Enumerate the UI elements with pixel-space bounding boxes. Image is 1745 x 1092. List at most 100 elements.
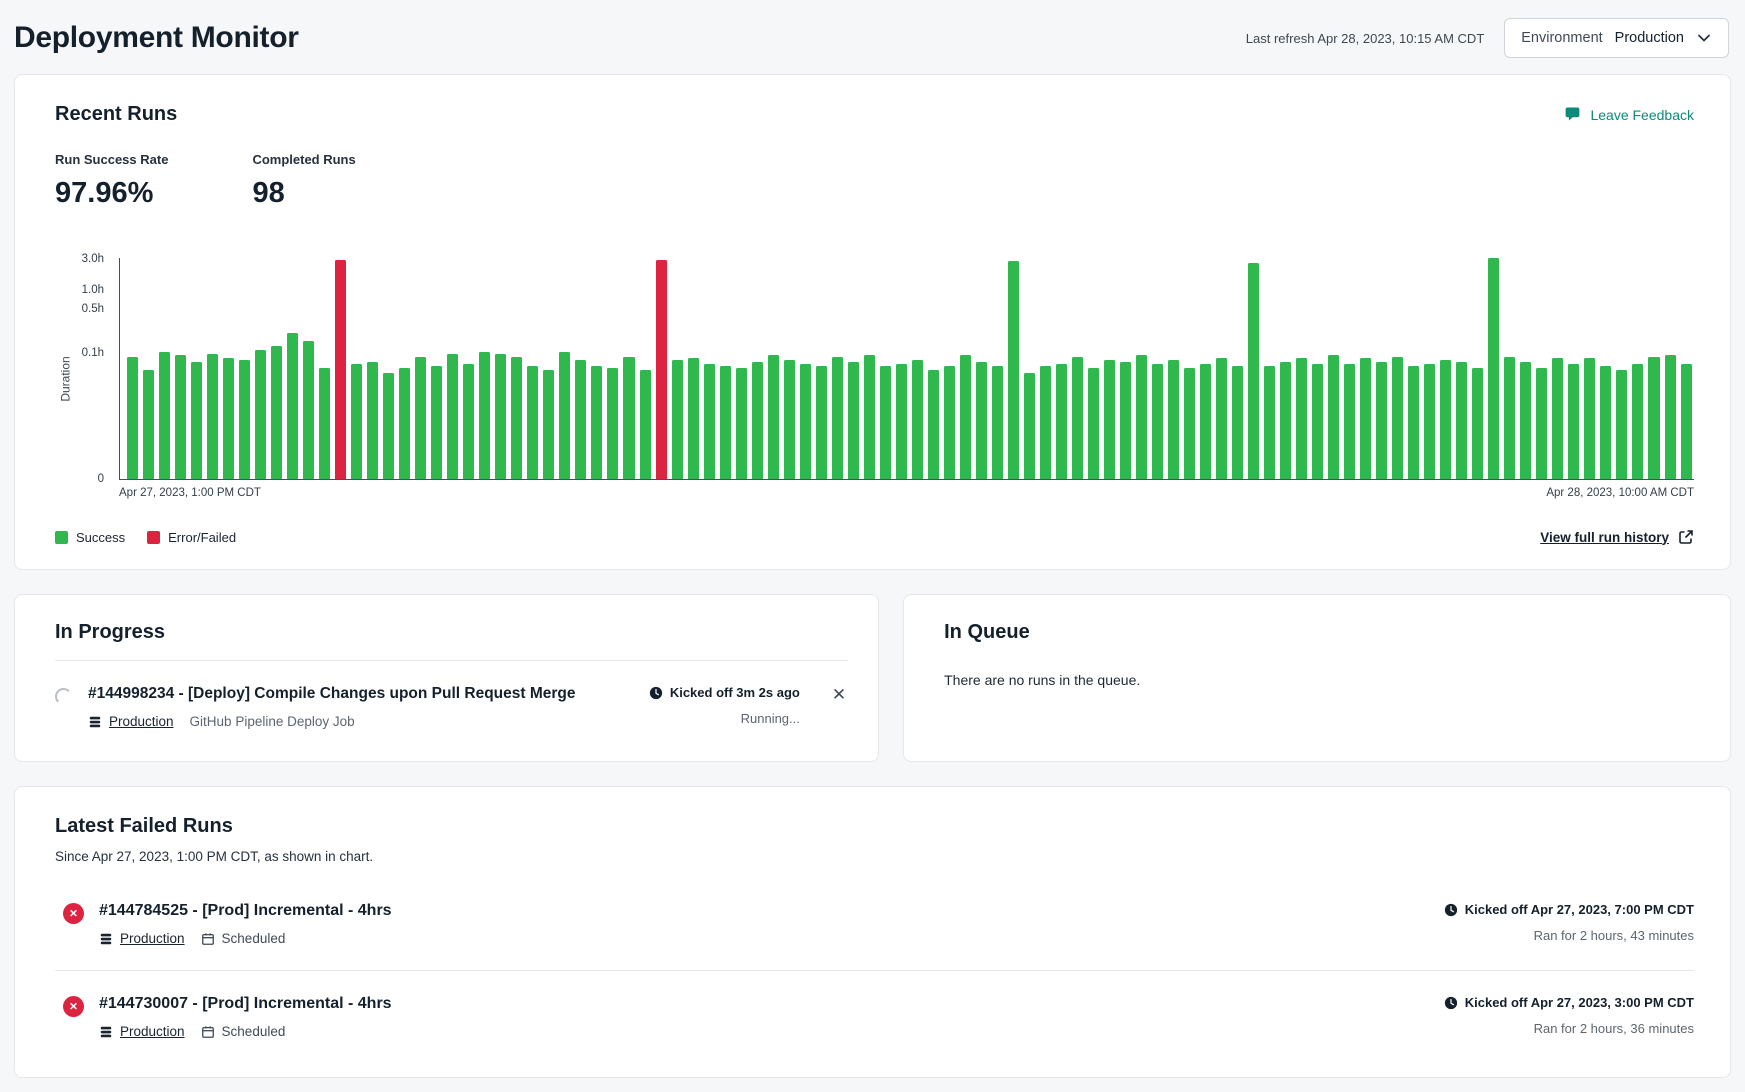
run-bar-success[interactable] (928, 370, 939, 479)
run-bar-success[interactable] (367, 362, 378, 479)
run-bar-success[interactable] (1264, 366, 1275, 479)
run-bar-success[interactable] (1504, 357, 1515, 479)
run-bar-success[interactable] (672, 360, 683, 479)
run-bar-success[interactable] (559, 352, 570, 479)
run-bar-success[interactable] (1616, 370, 1627, 479)
run-bar-success[interactable] (752, 362, 763, 479)
run-bar-success[interactable] (239, 360, 250, 479)
run-bar-success[interactable] (1184, 368, 1195, 479)
run-bar-success[interactable] (784, 360, 795, 479)
run-bar-success[interactable] (1584, 358, 1595, 479)
run-bar-success[interactable] (1168, 360, 1179, 479)
environment-link[interactable]: Production (88, 714, 174, 729)
run-bar-success[interactable] (640, 370, 651, 479)
run-bar-success[interactable] (1088, 368, 1099, 479)
run-bar-success[interactable] (1440, 360, 1451, 479)
run-bar-success[interactable] (1040, 366, 1051, 479)
view-full-run-history-link[interactable]: View full run history (1540, 529, 1694, 545)
run-bar-success[interactable] (271, 346, 282, 479)
run-bar-success[interactable] (1120, 362, 1131, 479)
run-bar-success[interactable] (143, 370, 154, 479)
run-bar-success[interactable] (575, 360, 586, 479)
run-bar-success[interactable] (511, 357, 522, 479)
run-bar-success[interactable] (1216, 358, 1227, 479)
run-bar-success[interactable] (736, 368, 747, 479)
run-bar-success[interactable] (1248, 263, 1259, 479)
run-bar-success[interactable] (447, 354, 458, 479)
run-bar-success[interactable] (1488, 258, 1499, 479)
run-bar-success[interactable] (223, 358, 234, 479)
close-icon[interactable]: ✕ (830, 686, 848, 703)
run-bar-success[interactable] (1024, 373, 1035, 479)
run-bar-success[interactable] (1008, 261, 1019, 479)
run-bar-success[interactable] (1568, 364, 1579, 479)
run-bar-success[interactable] (1104, 360, 1115, 479)
run-bar-success[interactable] (1328, 355, 1339, 479)
run-bar-success[interactable] (1536, 368, 1547, 479)
run-bar-success[interactable] (1376, 362, 1387, 479)
run-bar-success[interactable] (1200, 364, 1211, 479)
run-bar-success[interactable] (1456, 362, 1467, 479)
run-bar-success[interactable] (543, 370, 554, 479)
run-bar-success[interactable] (688, 358, 699, 479)
run-bar-success[interactable] (255, 350, 266, 479)
environment-link[interactable]: Production (99, 931, 185, 946)
run-bar-success[interactable] (848, 362, 859, 479)
run-bar-success[interactable] (800, 364, 811, 479)
run-bar-success[interactable] (1552, 358, 1563, 479)
run-bar-success[interactable] (1648, 357, 1659, 479)
run-bar-success[interactable] (591, 366, 602, 479)
run-bar-success[interactable] (768, 355, 779, 479)
run-bar-success[interactable] (527, 366, 538, 479)
environment-link[interactable]: Production (99, 1024, 185, 1039)
run-bar-success[interactable] (175, 355, 186, 479)
run-bar-success[interactable] (816, 366, 827, 479)
run-bar-success[interactable] (463, 364, 474, 479)
run-bar-success[interactable] (607, 368, 618, 479)
run-bar-success[interactable] (1232, 366, 1243, 479)
run-bar-success[interactable] (495, 354, 506, 479)
run-bar-success[interactable] (319, 368, 330, 479)
environment-dropdown[interactable]: Environment Production (1504, 18, 1729, 58)
run-bar-success[interactable] (1665, 355, 1676, 479)
run-bar-success[interactable] (207, 354, 218, 479)
run-bar-success[interactable] (1056, 364, 1067, 479)
run-bar-success[interactable] (1632, 364, 1643, 479)
run-bar-success[interactable] (1280, 362, 1291, 479)
run-bar-success[interactable] (1600, 366, 1611, 479)
run-bar-success[interactable] (1424, 364, 1435, 479)
run-bar-success[interactable] (720, 366, 731, 479)
run-bar-success[interactable] (1296, 358, 1307, 479)
run-bar-success[interactable] (896, 364, 907, 479)
run-bar-success[interactable] (1408, 366, 1419, 479)
run-bar-success[interactable] (880, 366, 891, 479)
run-bar-success[interactable] (960, 355, 971, 479)
run-bar-success[interactable] (431, 366, 442, 479)
run-bar-error[interactable] (656, 260, 667, 479)
run-bar-success[interactable] (1520, 362, 1531, 479)
run-bar-success[interactable] (1152, 364, 1163, 479)
run-bar-success[interactable] (1472, 368, 1483, 479)
leave-feedback-link[interactable]: Leave Feedback (1564, 106, 1694, 123)
run-bar-success[interactable] (704, 364, 715, 479)
run-bar-success[interactable] (1392, 357, 1403, 479)
run-bar-success[interactable] (191, 362, 202, 479)
run-bar-success[interactable] (383, 373, 394, 479)
run-bar-success[interactable] (479, 352, 490, 479)
run-bar-success[interactable] (992, 366, 1003, 479)
run-bar-success[interactable] (127, 357, 138, 479)
run-bar-success[interactable] (912, 360, 923, 479)
run-bar-success[interactable] (1344, 364, 1355, 479)
run-bar-success[interactable] (399, 368, 410, 479)
run-bar-success[interactable] (976, 362, 987, 479)
run-bar-success[interactable] (864, 355, 875, 479)
run-bar-success[interactable] (1072, 357, 1083, 479)
run-bar-success[interactable] (351, 364, 362, 479)
run-bar-success[interactable] (1681, 364, 1692, 479)
run-bar-success[interactable] (944, 366, 955, 479)
run-bar-error[interactable] (335, 260, 346, 479)
run-bar-success[interactable] (832, 357, 843, 479)
run-bar-success[interactable] (415, 357, 426, 479)
run-bar-success[interactable] (1312, 364, 1323, 479)
run-bar-success[interactable] (303, 341, 314, 479)
